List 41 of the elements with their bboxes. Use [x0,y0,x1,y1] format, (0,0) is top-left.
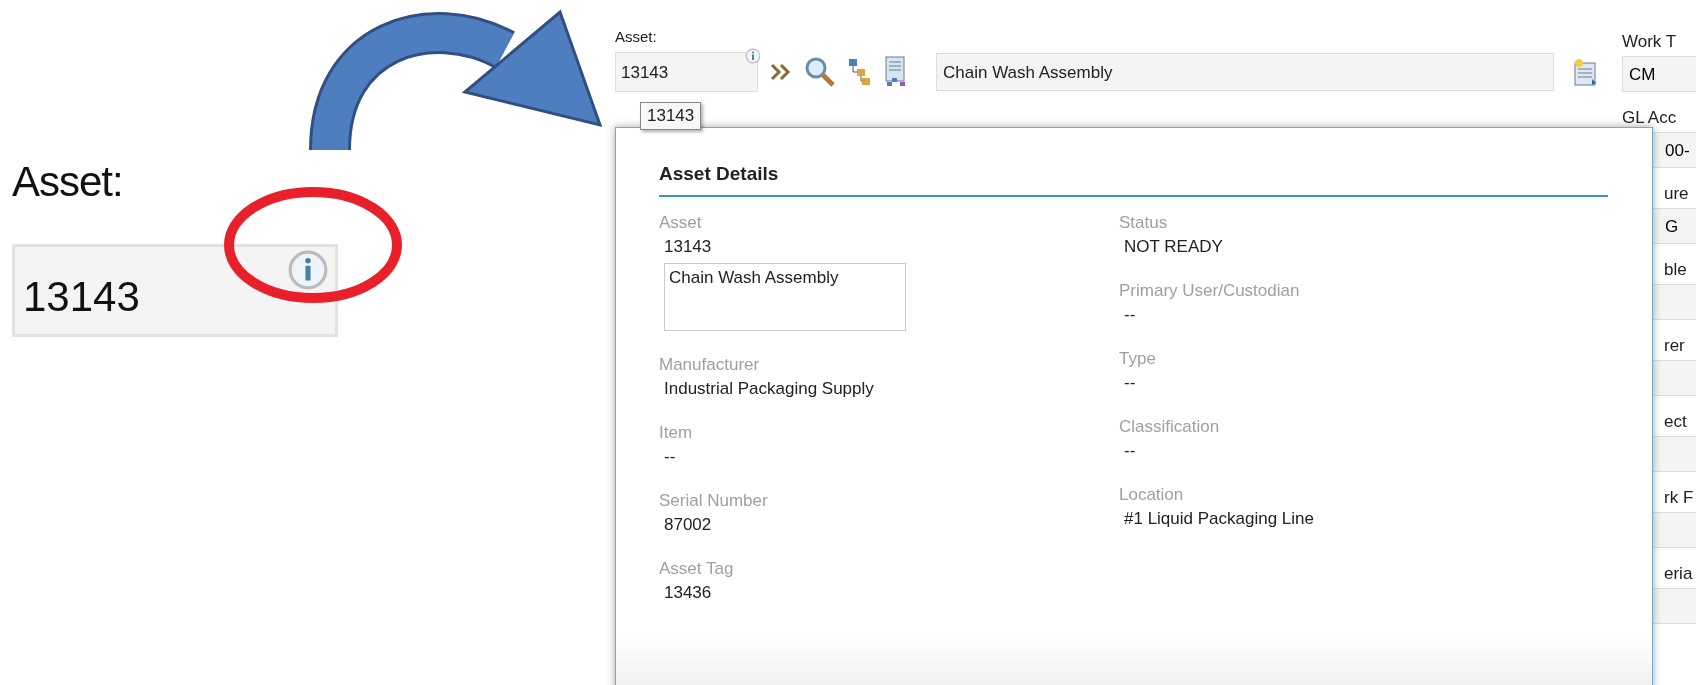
tooltip: 13143 [640,102,702,130]
detail-label: Type [1119,349,1157,369]
hierarchy-icon[interactable] [848,58,872,86]
detail-label: Primary User/Custodian [1119,281,1301,301]
detail-value: 13436 [663,583,713,603]
detail-value: -- [663,447,677,467]
field-label: Asset: [12,158,124,206]
search-icon[interactable] [804,56,836,88]
description-field[interactable]: Chain Wash Assembly [936,53,1554,91]
field-label: eria [1663,564,1694,585]
field-label: rer [1663,336,1686,357]
detail-label: Status [1119,213,1169,233]
asset-field[interactable]: 13143 [12,244,338,337]
double-chevron-icon[interactable] [770,63,792,81]
field-label: ure [1663,184,1690,205]
detail-label: Serial Number [659,491,769,511]
detail-label: Classification [1119,417,1221,437]
detail-label: Asset Tag [659,559,735,579]
detail-value: -- [1123,305,1137,325]
detail-label: Location [1119,485,1185,505]
detail-value: #1 Liquid Packaging Line [1123,509,1315,529]
detail-value: -- [1123,441,1137,461]
field-label: Work T [1622,32,1678,53]
detail-value: 87002 [663,515,713,535]
field-label: ect [1663,412,1688,433]
info-icon[interactable] [745,48,761,64]
input-field[interactable]: CM [1622,56,1696,92]
detail-value: 13143 [663,237,713,257]
detail-label: Item [659,423,694,443]
field-label: ble [1663,260,1688,281]
detail-value: NOT READY [1123,237,1224,257]
detail-value: Industrial Packaging Supply [663,379,875,399]
detail-label: Asset [659,213,703,233]
description-textarea[interactable]: Chain Wash Assembly [664,263,906,331]
field-label: Asset: [615,28,658,47]
detail-label: Manufacturer [659,355,761,375]
field-label: rk F [1663,488,1695,509]
detail-value: -- [1123,373,1137,393]
field-label: GL Acc [1622,108,1678,129]
popup-title: Asset Details [659,163,1608,197]
info-icon[interactable] [287,249,329,291]
